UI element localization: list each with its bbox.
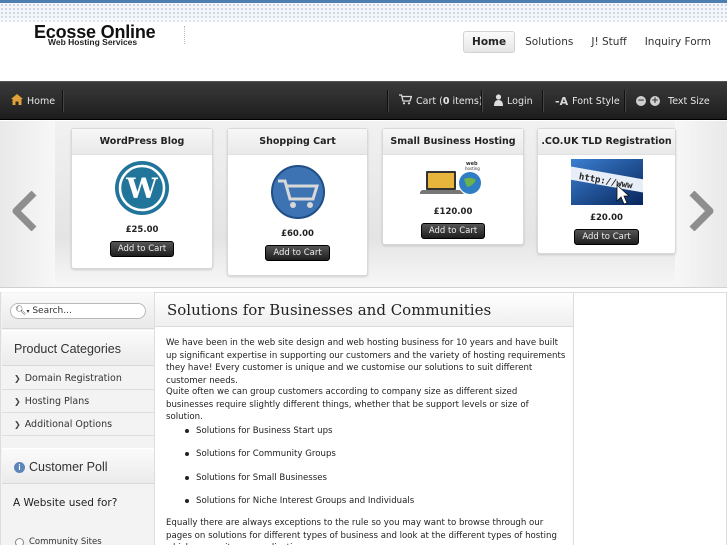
product-categories-heading: Product Categories xyxy=(2,330,154,366)
search-dropdown-icon: ▾ xyxy=(26,308,30,315)
main-heading-bar: Solutions for Businesses and Communities xyxy=(155,293,573,327)
add-to-cart-button[interactable]: Add to Cart xyxy=(574,229,639,245)
info-icon: i xyxy=(14,462,25,473)
list-item-text: Solutions for Business Start ups xyxy=(196,425,333,436)
product-card: Small Business Hosting web hosting £120.… xyxy=(382,128,524,245)
list-item-text: Solutions for Small Businesses xyxy=(196,472,328,483)
sidebar-item-domain-registration[interactable]: ❯ Domain Registration xyxy=(2,367,154,390)
top-navigation: Home Solutions J! Stuff Inquiry Form xyxy=(461,31,719,53)
chevron-right-icon: ❯ xyxy=(14,397,21,406)
bullet-icon xyxy=(185,475,189,480)
text-size-label: Text Size xyxy=(668,95,710,107)
web-hosting-laptop-icon[interactable]: web hosting xyxy=(418,159,486,199)
product-card: .CO.UK TLD Registration http://www £20.0… xyxy=(537,128,676,254)
home-icon xyxy=(11,94,23,108)
cart-suffix: items) xyxy=(449,95,483,107)
list-item: Solutions for Niche Interest Groups and … xyxy=(185,490,414,514)
toolbar-divider xyxy=(624,90,626,112)
toolbar-font-style[interactable]: -A Font Style xyxy=(555,82,620,120)
nav-home[interactable]: Home xyxy=(463,31,516,53)
cart-icon xyxy=(399,94,413,108)
product-card: Shopping Cart £60.00 Add to Cart xyxy=(227,128,368,276)
decrease-text-icon[interactable]: − xyxy=(636,96,646,106)
poll-option-label: Community Sites xyxy=(29,537,102,545)
cart-label: Cart (0 items) xyxy=(416,96,483,107)
search-placeholder: Search... xyxy=(32,306,72,316)
add-to-cart-button[interactable]: Add to Cart xyxy=(109,241,175,257)
add-to-cart-button[interactable]: Add to Cart xyxy=(420,223,486,239)
product-name[interactable]: Small Business Hosting xyxy=(383,129,523,155)
toolbar-divider xyxy=(62,90,64,112)
toolbar-login[interactable]: Login xyxy=(494,82,533,120)
customer-poll-title: Customer Poll xyxy=(29,460,108,474)
user-icon xyxy=(494,93,503,109)
carousel-next-icon[interactable] xyxy=(688,190,716,240)
solutions-list: Solutions for Business Start ups Solutio… xyxy=(185,419,414,513)
toolbar-divider xyxy=(542,90,544,112)
product-price: £120.00 xyxy=(433,207,473,217)
intro-paragraph: We have been in the web site design and … xyxy=(166,338,566,386)
bullet-icon xyxy=(185,428,189,433)
wordpress-logo-icon[interactable]: W xyxy=(107,159,177,217)
sidebar-item-label: Additional Options xyxy=(24,419,113,430)
increase-text-icon[interactable]: + xyxy=(650,96,660,106)
list-item-text: Solutions for Community Groups xyxy=(196,449,336,460)
product-price: £25.00 xyxy=(125,225,159,235)
product-name[interactable]: Shopping Cart xyxy=(228,129,367,155)
product-name[interactable]: WordPress Blog xyxy=(72,129,212,155)
page-title: Solutions for Businesses and Communities xyxy=(167,301,492,319)
nav-j-stuff[interactable]: J! Stuff xyxy=(583,32,634,52)
customer-poll-heading: i Customer Poll xyxy=(2,448,154,484)
grouping-paragraph: Quite often we can group customers accor… xyxy=(166,387,529,422)
product-card: WordPress Blog W £25.00 Add to Cart xyxy=(71,128,213,269)
list-item: Solutions for Business Start ups xyxy=(185,419,414,443)
login-label: Login xyxy=(507,95,533,107)
sidebar-item-label: Domain Registration xyxy=(24,373,122,384)
left-sidebar: 🔍︎▾ Search... Product Categories ❯ Domain… xyxy=(0,292,155,545)
font-style-label: Font Style xyxy=(572,95,620,107)
bullet-icon xyxy=(185,452,189,457)
toolbar-home[interactable]: Home xyxy=(11,82,55,120)
toolbar-divider xyxy=(481,90,483,112)
logo-divider xyxy=(184,26,185,44)
font-style-icon: -A xyxy=(555,94,569,108)
search-input[interactable]: 🔍︎▾ Search... xyxy=(10,303,146,319)
shopping-cart-icon[interactable] xyxy=(263,159,333,221)
radio-button[interactable] xyxy=(15,537,24,545)
site-logo-subtitle: Web Hosting Services xyxy=(48,37,138,47)
toolbar-home-label: Home xyxy=(27,95,56,107)
toolbar: Home Cart (0 items) Login -A Font Style … xyxy=(0,81,727,120)
sidebar-item-hosting-plans[interactable]: ❯ Hosting Plans xyxy=(2,390,154,413)
sidebar-item-label: Hosting Plans xyxy=(24,396,90,407)
cart-prefix: Cart ( xyxy=(416,95,443,107)
exceptions-paragraph: Equally there are always exceptions to t… xyxy=(166,518,557,545)
list-item: Solutions for Small Businesses xyxy=(185,466,414,490)
toolbar-divider xyxy=(387,90,389,112)
main-content: Solutions for Businesses and Communities… xyxy=(155,292,574,545)
toolbar-text-size: − + Text Size xyxy=(636,82,710,120)
list-item-text: Solutions for Niche Interest Groups and … xyxy=(196,496,415,507)
sidebar-item-additional-options[interactable]: ❯ Additional Options xyxy=(2,413,154,436)
chevron-right-icon: ❯ xyxy=(14,374,21,383)
poll-question: A Website used for? xyxy=(13,497,118,509)
add-to-cart-button[interactable]: Add to Cart xyxy=(265,245,330,261)
page: Ecosse Online Web Hosting Services Home … xyxy=(0,0,727,545)
list-item: Solutions for Community Groups xyxy=(185,443,414,467)
nav-solutions[interactable]: Solutions xyxy=(517,32,581,52)
product-name[interactable]: .CO.UK TLD Registration xyxy=(538,129,675,155)
bullet-icon xyxy=(185,499,189,504)
product-price: £20.00 xyxy=(590,213,623,223)
nav-inquiry-form[interactable]: Inquiry Form xyxy=(637,32,719,52)
right-sidebar xyxy=(574,292,727,545)
poll-option[interactable]: Community Sites xyxy=(15,537,102,545)
svg-text:W: W xyxy=(125,172,158,205)
carousel-prev-icon[interactable] xyxy=(10,190,38,240)
product-price: £60.00 xyxy=(281,229,314,239)
toolbar-cart[interactable]: Cart (0 items) xyxy=(399,82,483,120)
search-icon: 🔍︎ xyxy=(15,306,27,316)
product-carousel: WordPress Blog W £25.00 Add to Cart Shop… xyxy=(0,121,727,288)
http-address-icon[interactable]: http://www xyxy=(565,159,647,205)
chevron-right-icon: ❯ xyxy=(14,420,21,429)
svg-text:hosting: hosting xyxy=(465,166,480,171)
